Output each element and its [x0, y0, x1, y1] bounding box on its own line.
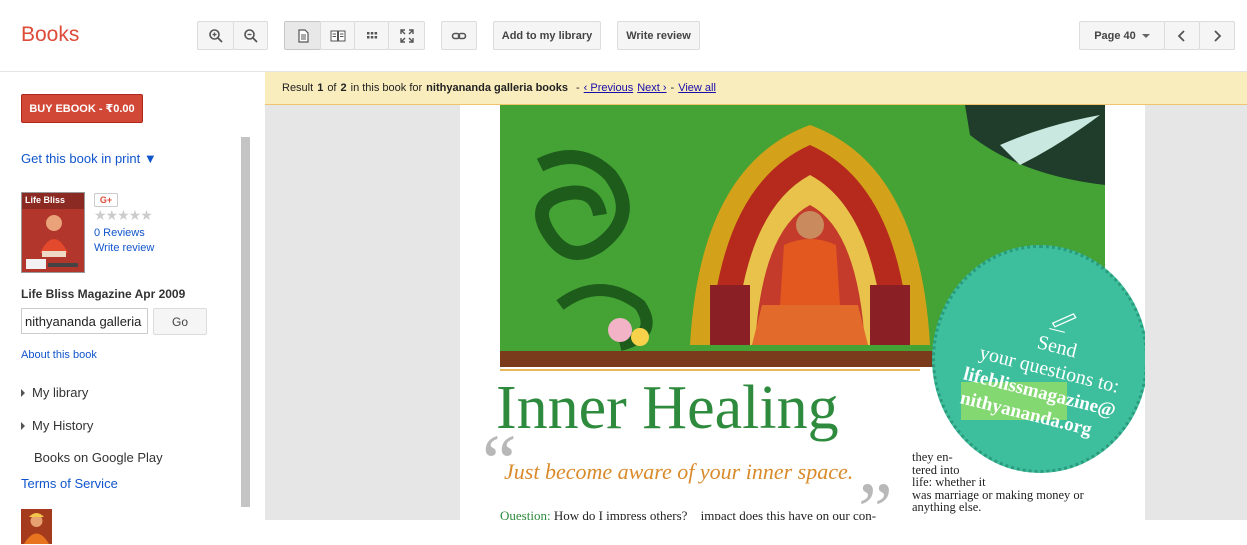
article-headline: Inner Healing [496, 374, 839, 442]
sidebar-item-my-library[interactable]: My library [21, 385, 88, 400]
question-label: Question: [500, 508, 551, 520]
get-book-in-print-link[interactable]: Get this book in print ▼ [21, 151, 157, 166]
reviews-link[interactable]: 0 Reviews [94, 227, 145, 239]
result-separator: - [670, 82, 675, 94]
avatar-image [21, 509, 52, 544]
view-all-results-link[interactable]: View all [678, 82, 716, 94]
fullscreen-button[interactable] [388, 21, 425, 50]
link-button[interactable] [441, 21, 477, 50]
thumbnail-view-button[interactable] [354, 21, 389, 50]
books-logo[interactable]: Books [21, 23, 79, 47]
next-page-button[interactable] [1199, 21, 1235, 50]
fullscreen-icon [399, 28, 414, 43]
sidebar-item-google-play[interactable]: Books on Google Play [34, 450, 163, 465]
cover-title: Life Bliss [25, 195, 66, 205]
book-title: Life Bliss Magazine Apr 2009 [21, 287, 186, 301]
write-review-link[interactable]: Write review [94, 242, 154, 254]
previous-result-link[interactable]: ‹ Previous [584, 82, 634, 94]
result-of: of [327, 82, 337, 94]
single-page-icon [297, 28, 309, 43]
grid-icon [366, 31, 377, 38]
zoom-out-icon [243, 28, 258, 43]
two-page-view-button[interactable] [320, 21, 355, 50]
search-in-book-input[interactable] [21, 308, 148, 334]
headline-rule [500, 369, 920, 371]
terms-of-service-link[interactable]: Terms of Service [21, 476, 118, 491]
result-separator: - [576, 82, 580, 94]
sidebar-item-label: My History [32, 418, 94, 433]
google-plus-button[interactable]: G+ [94, 193, 118, 207]
cover-image [22, 193, 84, 272]
result-total: 2 [340, 82, 347, 94]
top-toolbar: Books Add to my library Write review Pag… [0, 0, 1247, 72]
add-to-library-button[interactable]: Add to my library [493, 21, 601, 50]
rating-stars[interactable]: ★★★★★ [94, 207, 153, 224]
result-middle: in this book for [350, 82, 423, 94]
next-result-link[interactable]: Next › [637, 82, 666, 94]
write-review-button[interactable]: Write review [617, 21, 700, 50]
previous-page-button[interactable] [1164, 21, 1200, 50]
avatar[interactable] [21, 509, 52, 544]
column-line: life: whether it [912, 475, 986, 489]
question-line: Question: How do I impress others? impac… [500, 508, 876, 520]
link-icon [451, 32, 467, 39]
about-this-book-link[interactable]: About this book [21, 349, 97, 361]
sidebar-item-label: My library [32, 385, 89, 400]
result-prefix: Result [282, 82, 314, 94]
sidebar-scrollbar[interactable] [241, 137, 250, 507]
single-page-view-button[interactable] [284, 21, 321, 50]
chevron-left-icon [1177, 29, 1185, 42]
two-page-icon [330, 30, 345, 41]
zoom-out-button[interactable] [233, 21, 268, 50]
chevron-down-icon [1141, 33, 1150, 38]
result-query: nithyananda galleria books [426, 82, 568, 94]
zoom-in-button[interactable] [197, 21, 234, 50]
column-text-tail: impact does this have on our con- [700, 508, 877, 520]
column-line: anything else. [912, 500, 982, 514]
expand-arrow-icon [21, 421, 25, 430]
sidebar-item-label: Books on Google Play [34, 450, 163, 465]
sidebar-item-my-history[interactable]: My History [21, 418, 93, 433]
question-text: How do I impress others? [553, 508, 688, 520]
chevron-right-icon [1214, 29, 1222, 42]
article-tagline: Just become aware of your inner space. [504, 459, 854, 484]
result-current: 1 [317, 82, 324, 94]
pen-icon [1049, 313, 1077, 333]
buy-ebook-button[interactable]: BUY EBOOK - ₹0.00 [21, 94, 143, 123]
send-questions-badge: Send your questions to: lifeblissmagazin… [932, 245, 1145, 473]
expand-arrow-icon [21, 388, 25, 397]
book-sidebar: BUY EBOOK - ₹0.00 Get this book in print… [0, 72, 265, 545]
zoom-in-icon [208, 28, 223, 43]
book-page: Inner Healing “ Just become aware of you… [460, 105, 1145, 520]
badge-text-art: Send your questions to: lifeblissmagazin… [958, 313, 1122, 441]
book-cover-thumbnail[interactable]: Life Bliss [21, 192, 85, 273]
go-button[interactable]: Go [153, 308, 207, 335]
page-selector[interactable]: Page 40 [1079, 21, 1165, 50]
search-result-bar: Result 1 of 2 in this book for nithyanan… [265, 72, 1247, 105]
book-viewer[interactable]: Result 1 of 2 in this book for nithyanan… [265, 72, 1247, 520]
page-selector-label: Page 40 [1094, 29, 1136, 42]
